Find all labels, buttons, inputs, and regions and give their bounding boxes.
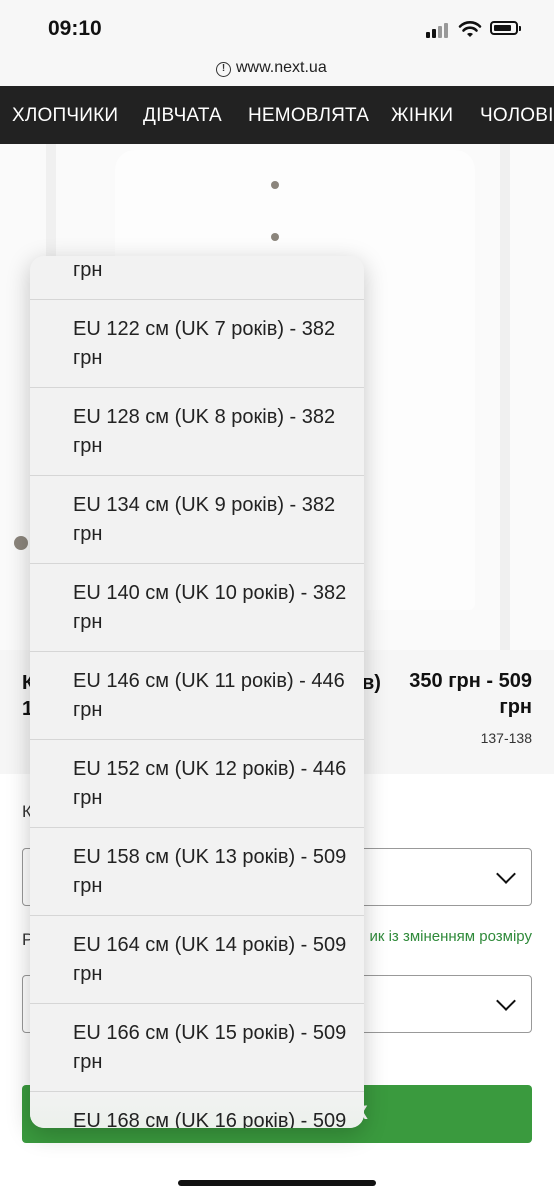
status-time: 09:10 [48,17,102,40]
url-text[interactable]: www.next.ua [236,59,327,77]
size-option[interactable]: EU 134 см (UK 9 років) - 382 грн [30,476,364,564]
info-icon[interactable]: ! [216,62,231,77]
nav-item-girls[interactable]: ДІВЧАТА [143,105,222,127]
signal-icon [426,22,452,38]
nav-item-boys[interactable]: ХЛОПЧИКИ [12,105,118,127]
size-option[interactable]: EU 158 см (UK 13 років) - 509 грн [30,828,364,916]
size-option[interactable]: EU 140 см (UK 10 років) - 382 грн [30,564,364,652]
shirt-button [14,536,28,550]
chevron-down-icon [496,864,516,884]
product-code: 137-138 [480,730,532,746]
size-option[interactable]: EU 166 см (UK 15 років) - 509 грн [30,1004,364,1092]
status-bar: 09:10 [0,0,554,58]
size-option-list: EU 116 см (UK 6 років) - 382 грн EU 122 … [30,256,364,1128]
shirt-button [271,181,279,189]
size-option[interactable]: EU 152 см (UK 12 років) - 446 грн [30,740,364,828]
size-dropdown[interactable]: EU 116 см (UK 6 років) - 382 грн EU 122 … [30,256,364,1128]
nav-item-men[interactable]: ЧОЛОВІ [480,105,554,127]
wifi-icon [458,21,482,37]
product-price: 350 грн - 509 грн [409,670,532,718]
size-option[interactable]: EU 122 см (UK 7 років) - 382 грн [30,300,364,388]
size-option[interactable]: EU 146 см (UK 11 років) - 446 грн [30,652,364,740]
battery-level [494,25,511,31]
battery-icon [490,21,521,35]
size-option[interactable]: EU 164 см (UK 14 років) - 509 грн [30,916,364,1004]
home-indicator[interactable] [178,1180,376,1186]
chevron-down-icon [496,991,516,1011]
nav-item-women[interactable]: ЖІНКИ [391,105,453,127]
size-option[interactable]: EU 128 см (UK 8 років) - 382 грн [30,388,364,476]
size-option[interactable]: EU 116 см (UK 6 років) - 382 грн [30,256,364,300]
product-image-next[interactable] [510,144,554,650]
shirt-button [271,233,279,241]
category-nav: ХЛОПЧИКИ ДІВЧАТА НЕМОВЛЯТА ЖІНКИ ЧОЛОВІ [0,86,554,144]
nav-item-babies[interactable]: НЕМОВЛЯТА [248,105,369,127]
size-guide-link[interactable]: ик із зміненням розміру [369,928,532,945]
size-option-selected[interactable]: EU 168 см (UK 16 років) - 509 грн [30,1092,364,1128]
